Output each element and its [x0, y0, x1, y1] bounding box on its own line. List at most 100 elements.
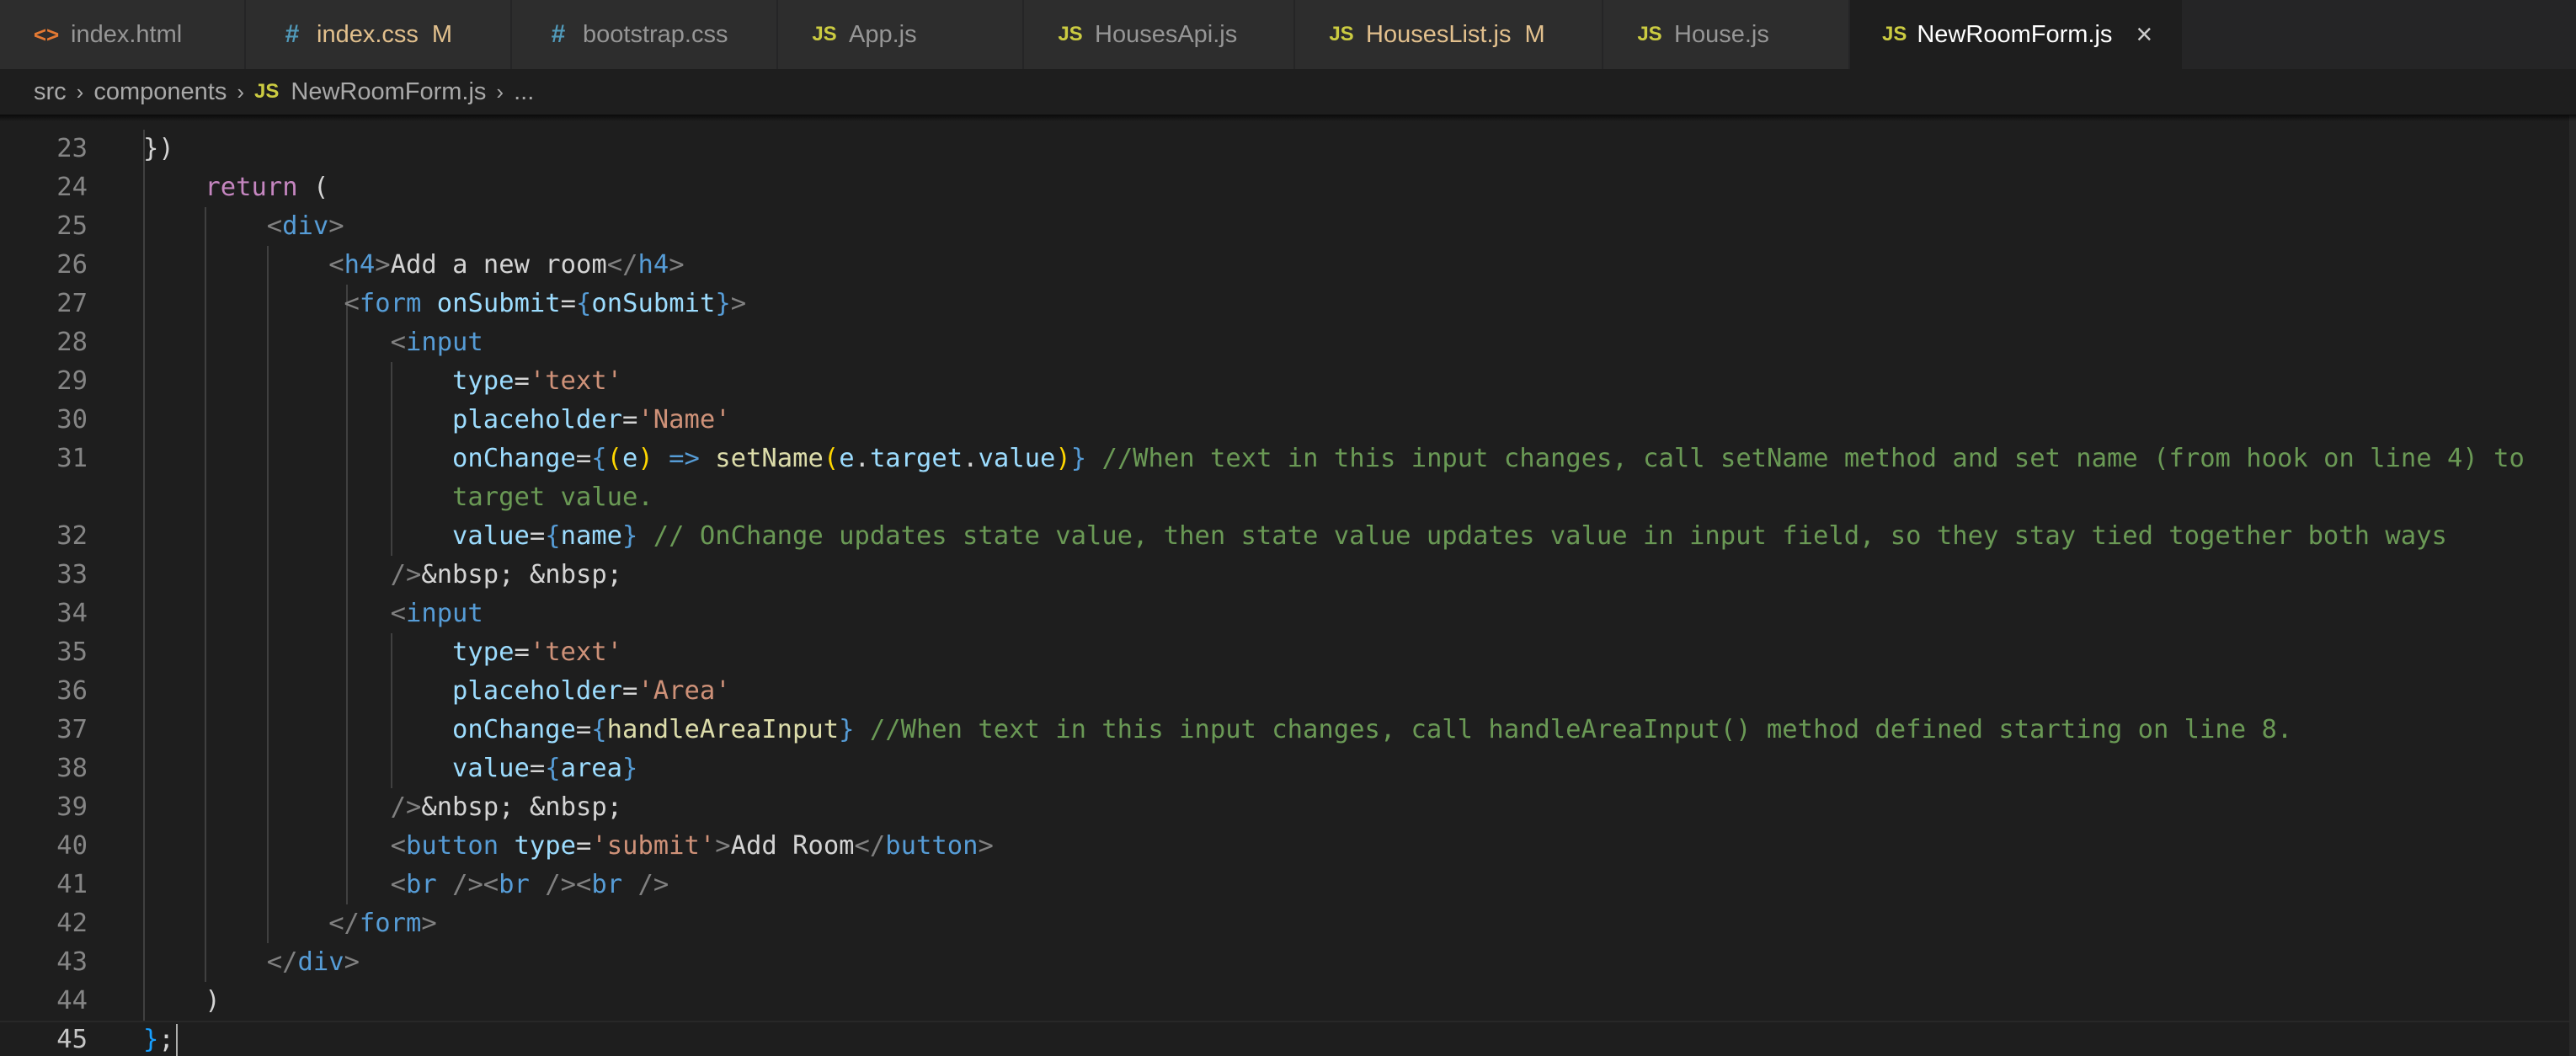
- html-file-icon: <>: [33, 21, 60, 47]
- code-text: <input: [391, 323, 483, 362]
- code-token: onSubmit: [436, 289, 561, 318]
- code-token: =>: [669, 444, 700, 473]
- code-line: 43 </div>: [0, 943, 2576, 982]
- js-file-icon: JS: [254, 80, 280, 103]
- code-text: value={area}: [452, 749, 637, 788]
- tab-label: HousesList.js: [1366, 20, 1512, 48]
- code-token: <: [390, 599, 406, 628]
- code-token: form: [359, 909, 422, 938]
- code-token: Add Room: [730, 831, 855, 861]
- line-number: 27: [56, 289, 88, 318]
- breadcrumb-file[interactable]: NewRoomForm.js: [291, 78, 486, 106]
- code-text: target value.: [452, 478, 653, 517]
- code-line: 41 <br /><br /><br />: [0, 866, 2576, 904]
- code-token: onChange: [452, 715, 576, 744]
- code-token: =: [514, 637, 530, 667]
- code-text: </div>: [267, 943, 360, 982]
- code-token: =: [575, 831, 592, 861]
- tab-houseslist-js[interactable]: JS HousesList.js M: [1295, 0, 1603, 69]
- tab-index-html[interactable]: <> index.html: [0, 0, 246, 69]
- tab-label: index.html: [71, 20, 183, 48]
- code-editor[interactable]: }) 23 24 return (25 <div> 26 <h4>Add a new ro…: [0, 115, 2576, 1056]
- code-line: 42 </form>: [0, 904, 2576, 943]
- code-line: 24 return (: [0, 168, 2576, 207]
- code-token: </: [854, 831, 886, 861]
- code-token: ): [205, 986, 221, 1016]
- code-token: type: [514, 831, 576, 861]
- breadcrumb-folder-src[interactable]: src: [34, 78, 67, 106]
- code-token: .: [854, 444, 870, 473]
- code-token: type: [452, 637, 515, 667]
- breadcrumb-folder-components[interactable]: components: [93, 78, 227, 106]
- tab-index-css[interactable]: # index.css M: [246, 0, 512, 69]
- code-line: 33 />&nbsp; &nbsp;: [0, 556, 2576, 595]
- code-token: =: [575, 715, 592, 744]
- code-token: >: [421, 909, 437, 938]
- line-number: 35: [56, 637, 88, 667]
- tab-housesapi-js[interactable]: JS HousesApi.js: [1024, 0, 1295, 69]
- breadcrumb-symbol-more[interactable]: ...: [514, 78, 534, 106]
- code-token: 'submit': [591, 831, 716, 861]
- js-file-icon: JS: [812, 23, 837, 45]
- code-line: 44): [0, 982, 2576, 1021]
- line-number: 25: [56, 211, 88, 241]
- code-token: value: [452, 521, 530, 551]
- line-number: 29: [56, 366, 88, 396]
- code-token: br: [499, 870, 530, 899]
- code-token: (: [606, 444, 623, 473]
- code-token: area: [560, 754, 623, 783]
- code-token: =: [560, 289, 577, 318]
- code-line: target value.: [0, 478, 2576, 517]
- chevron-right-icon: ›: [237, 78, 245, 104]
- tab-bootstrap-css[interactable]: # bootstrap.css: [512, 0, 778, 69]
- breadcrumb-shadow: [0, 115, 2576, 121]
- code-token: }: [622, 754, 638, 783]
- line-number: 23: [56, 134, 88, 163]
- code-token: br: [405, 870, 437, 899]
- code-token: {: [545, 754, 561, 783]
- code-text: };: [143, 1021, 174, 1056]
- code-token: }: [622, 521, 638, 551]
- tab-newroomform-js[interactable]: JS NewRoomForm.js ×: [1850, 0, 2184, 69]
- code-token: /><: [545, 870, 592, 899]
- code-token: e: [839, 444, 855, 473]
- code-token: h4: [637, 250, 669, 280]
- code-token: >: [328, 211, 344, 241]
- line-number: 41: [56, 870, 88, 899]
- code-line: 38 value={area}: [0, 749, 2576, 788]
- vertical-scrollbar[interactable]: [2569, 115, 2576, 1056]
- code-token: <: [344, 289, 360, 318]
- code-token: ): [637, 444, 653, 473]
- code-line: 23: [0, 130, 2576, 168]
- code-token: }: [715, 289, 731, 318]
- js-file-icon: JS: [1637, 23, 1662, 45]
- tab-app-js[interactable]: JS App.js: [778, 0, 1024, 69]
- tab-label: NewRoomForm.js: [1917, 20, 2113, 48]
- close-icon[interactable]: ×: [2136, 20, 2152, 49]
- code-token: }: [143, 1025, 159, 1054]
- code-text: return (: [205, 168, 328, 207]
- code-line: 31 onChange={(e) => setName(e.target.valu…: [0, 440, 2576, 478]
- tab-label: index.css: [317, 20, 419, 48]
- code-token: Add a new room: [390, 250, 607, 280]
- code-token: div: [297, 947, 344, 977]
- code-token: <: [390, 831, 406, 861]
- code-token: <: [328, 250, 344, 280]
- code-text: />&nbsp; &nbsp;: [391, 788, 622, 827]
- code-token: </: [606, 250, 638, 280]
- code-token: }: [1070, 444, 1087, 473]
- code-token: handleAreaInput: [606, 715, 840, 744]
- code-text: onChange={(e) => setName(e.target.value)…: [452, 440, 2525, 478]
- tab-house-js[interactable]: JS House.js: [1603, 0, 1850, 69]
- code-text: <h4>Add a new room</h4>: [328, 246, 684, 285]
- modified-badge: M: [1524, 20, 1545, 48]
- code-line: 27 <form onSubmit={onSubmit}>: [0, 285, 2576, 323]
- code-token: //When text in this input changes, call …: [1101, 444, 2525, 473]
- tab-label: HousesApi.js: [1095, 20, 1238, 48]
- code-token: =: [622, 676, 638, 706]
